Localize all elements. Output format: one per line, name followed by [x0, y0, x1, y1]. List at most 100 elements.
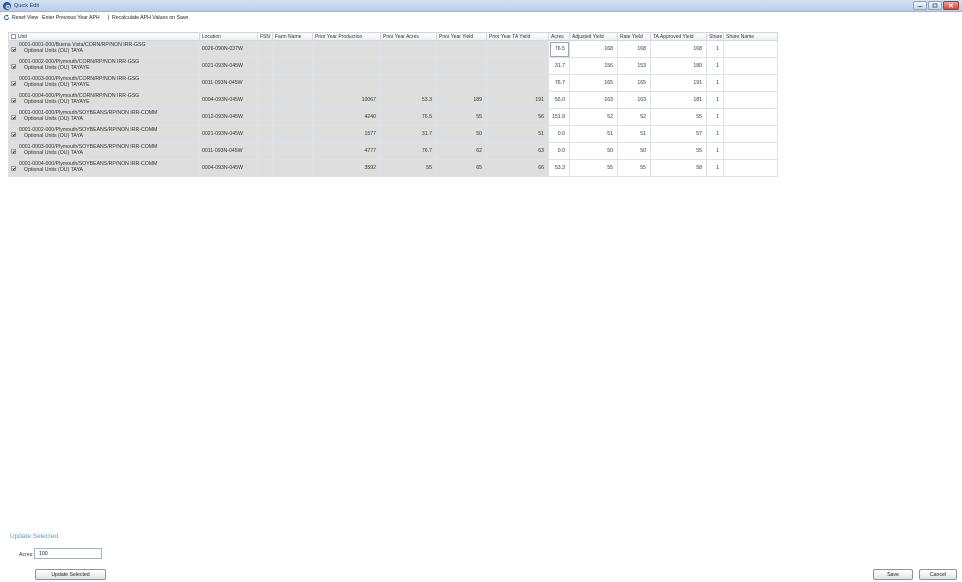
acres-cell[interactable]: 55.0 [548, 91, 570, 109]
prior-year-yield-cell: 62 [436, 142, 487, 160]
ta-approved-yield-cell[interactable]: 57 [650, 125, 707, 143]
adjusted-yield-cell[interactable]: 168 [569, 40, 618, 58]
rate-yield-cell[interactable]: 55 [617, 159, 651, 177]
row-select-checkbox[interactable] [11, 165, 16, 171]
ta-approved-yield-cell[interactable]: 181 [650, 91, 707, 109]
share-cell[interactable]: 1 [706, 108, 724, 126]
restore-button[interactable] [928, 1, 942, 10]
ta-approved-yield-cell[interactable]: 180 [650, 57, 707, 75]
cancel-button[interactable]: Cancel [919, 569, 957, 580]
share-cell[interactable]: 1 [706, 57, 724, 75]
acres-cell[interactable]: 53.3 [548, 159, 570, 177]
row-select-checkbox[interactable] [11, 80, 16, 86]
save-button[interactable]: Save [873, 569, 913, 580]
acres-cell[interactable]: 76.5 [548, 40, 570, 58]
unit-cell[interactable]: 0001-0004-000/Plymouth/SOYBEANS/RP/NON I… [8, 159, 200, 177]
column-header-rate-yield[interactable]: Rate Yield [617, 32, 651, 41]
rate-yield-cell[interactable]: 51 [617, 125, 651, 143]
column-header-share-name[interactable]: Share Name [723, 32, 778, 41]
table-row[interactable]: 0001-0001-000/Buena Vista/CORN/RP/NON IR… [8, 40, 778, 58]
unit-cell[interactable]: 0001-0001-000/Buena Vista/CORN/RP/NON IR… [8, 40, 200, 58]
acres-cell[interactable]: 0.0 [548, 142, 570, 160]
share-name-cell[interactable] [723, 74, 778, 92]
adjusted-yield-cell[interactable]: 50 [569, 142, 618, 160]
share-cell[interactable]: 1 [706, 91, 724, 109]
acres-cell[interactable]: 0.0 [548, 125, 570, 143]
acres-cell[interactable]: 76.7 [548, 74, 570, 92]
table-row[interactable]: 0001-0001-000/Plymouth/SOYBEANS/RP/NON I… [8, 108, 778, 126]
adjusted-yield-cell[interactable]: 156 [569, 57, 618, 75]
unit-cell[interactable]: 0001-0002-000/Plymouth/SOYBEANS/RP/NON I… [8, 125, 200, 143]
rate-yield-cell[interactable]: 168 [617, 40, 651, 58]
adjusted-yield-cell[interactable]: 55 [569, 159, 618, 177]
rate-yield-cell[interactable]: 50 [617, 142, 651, 160]
acres-input[interactable] [34, 548, 102, 559]
update-selected-button[interactable]: Update Selected [35, 569, 106, 580]
column-header-acres[interactable]: Acres [548, 32, 570, 41]
ta-approved-yield-cell[interactable]: 55 [650, 108, 707, 126]
column-header-unit[interactable]: Unit [8, 32, 200, 41]
unit-cell[interactable]: 0001-0003-000/Plymouth/SOYBEANS/RP/NON I… [8, 142, 200, 160]
refresh-icon[interactable] [3, 14, 10, 21]
row-select-checkbox[interactable] [11, 131, 16, 137]
share-cell[interactable]: 1 [706, 74, 724, 92]
column-header-adjusted-yield[interactable]: Adjusted Yield [569, 32, 618, 41]
share-cell[interactable]: 1 [706, 40, 724, 58]
share-name-cell[interactable] [723, 108, 778, 126]
ta-approved-yield-cell[interactable]: 55 [650, 142, 707, 160]
column-header-fsn[interactable]: FSN [257, 32, 273, 41]
window-title: Quick Edit [14, 3, 40, 9]
row-select-checkbox[interactable] [11, 46, 16, 52]
recalculate-aph-button[interactable]: Recalculate APH Values on Save [112, 15, 188, 21]
share-cell[interactable]: 1 [706, 142, 724, 160]
rate-yield-cell[interactable]: 153 [617, 57, 651, 75]
row-select-checkbox[interactable] [11, 97, 16, 103]
unit-cell[interactable]: 0001-0001-000/Plymouth/SOYBEANS/RP/NON I… [8, 108, 200, 126]
share-name-cell[interactable] [723, 57, 778, 75]
minimize-button[interactable] [913, 1, 927, 10]
row-select-checkbox[interactable] [11, 148, 16, 154]
share-name-cell[interactable] [723, 125, 778, 143]
share-name-cell[interactable] [723, 91, 778, 109]
table-row[interactable]: 0001-0003-000/Plymouth/SOYBEANS/RP/NON I… [8, 142, 778, 160]
column-header-prior-year-ta-yield[interactable]: Prior Year TA Yield [486, 32, 549, 41]
ta-approved-yield-cell[interactable]: 191 [650, 74, 707, 92]
row-select-checkbox[interactable] [11, 63, 16, 69]
acres-cell[interactable]: 151.9 [548, 108, 570, 126]
close-button[interactable] [943, 1, 959, 10]
table-row[interactable]: 0001-0004-000/Plymouth/SOYBEANS/RP/NON I… [8, 159, 778, 177]
enter-previous-year-aph-button[interactable]: Enter Previous Year APH [42, 15, 100, 21]
share-name-cell[interactable] [723, 40, 778, 58]
adjusted-yield-cell[interactable]: 165 [569, 74, 618, 92]
adjusted-yield-cell[interactable]: 51 [569, 125, 618, 143]
adjusted-yield-cell[interactable]: 163 [569, 91, 618, 109]
column-header-prior-year-production[interactable]: Prior Year Production [312, 32, 381, 41]
rate-yield-cell[interactable]: 163 [617, 91, 651, 109]
column-header-farm-name[interactable]: Farm Name [272, 32, 313, 41]
column-header-share[interactable]: Share [706, 32, 724, 41]
column-header-prior-year-acres[interactable]: Prior Year Acres [380, 32, 437, 41]
ta-approved-yield-cell[interactable]: 168 [650, 40, 707, 58]
ta-approved-yield-cell[interactable]: 58 [650, 159, 707, 177]
table-row[interactable]: 0001-0002-000/Plymouth/CORN/RP/NON IRR-G… [8, 57, 778, 75]
rate-yield-cell[interactable]: 165 [617, 74, 651, 92]
column-header-location[interactable]: Location [199, 32, 258, 41]
table-row[interactable]: 0001-0004-000/Plymouth/CORN/RP/NON IRR-G… [8, 91, 778, 109]
table-row[interactable]: 0001-0002-000/Plymouth/SOYBEANS/RP/NON I… [8, 125, 778, 143]
unit-cell[interactable]: 0001-0003-000/Plymouth/CORN/RP/NON IRR-G… [8, 74, 200, 92]
column-header-prior-year-yield[interactable]: Prior Year Yield [436, 32, 487, 41]
select-all-checkbox[interactable] [11, 33, 16, 39]
table-row[interactable]: 0001-0003-000/Plymouth/CORN/RP/NON IRR-G… [8, 74, 778, 92]
column-header-ta-approved-yield[interactable]: TA Approved Yield [650, 32, 707, 41]
share-cell[interactable]: 1 [706, 125, 724, 143]
share-cell[interactable]: 1 [706, 159, 724, 177]
unit-cell[interactable]: 0001-0002-000/Plymouth/CORN/RP/NON IRR-G… [8, 57, 200, 75]
unit-cell[interactable]: 0001-0004-000/Plymouth/CORN/RP/NON IRR-G… [8, 91, 200, 109]
share-name-cell[interactable] [723, 159, 778, 177]
share-name-cell[interactable] [723, 142, 778, 160]
adjusted-yield-cell[interactable]: 52 [569, 108, 618, 126]
row-select-checkbox[interactable] [11, 114, 16, 120]
acres-cell[interactable]: 31.7 [548, 57, 570, 75]
reset-view-button[interactable]: Reset View [12, 15, 38, 21]
rate-yield-cell[interactable]: 52 [617, 108, 651, 126]
